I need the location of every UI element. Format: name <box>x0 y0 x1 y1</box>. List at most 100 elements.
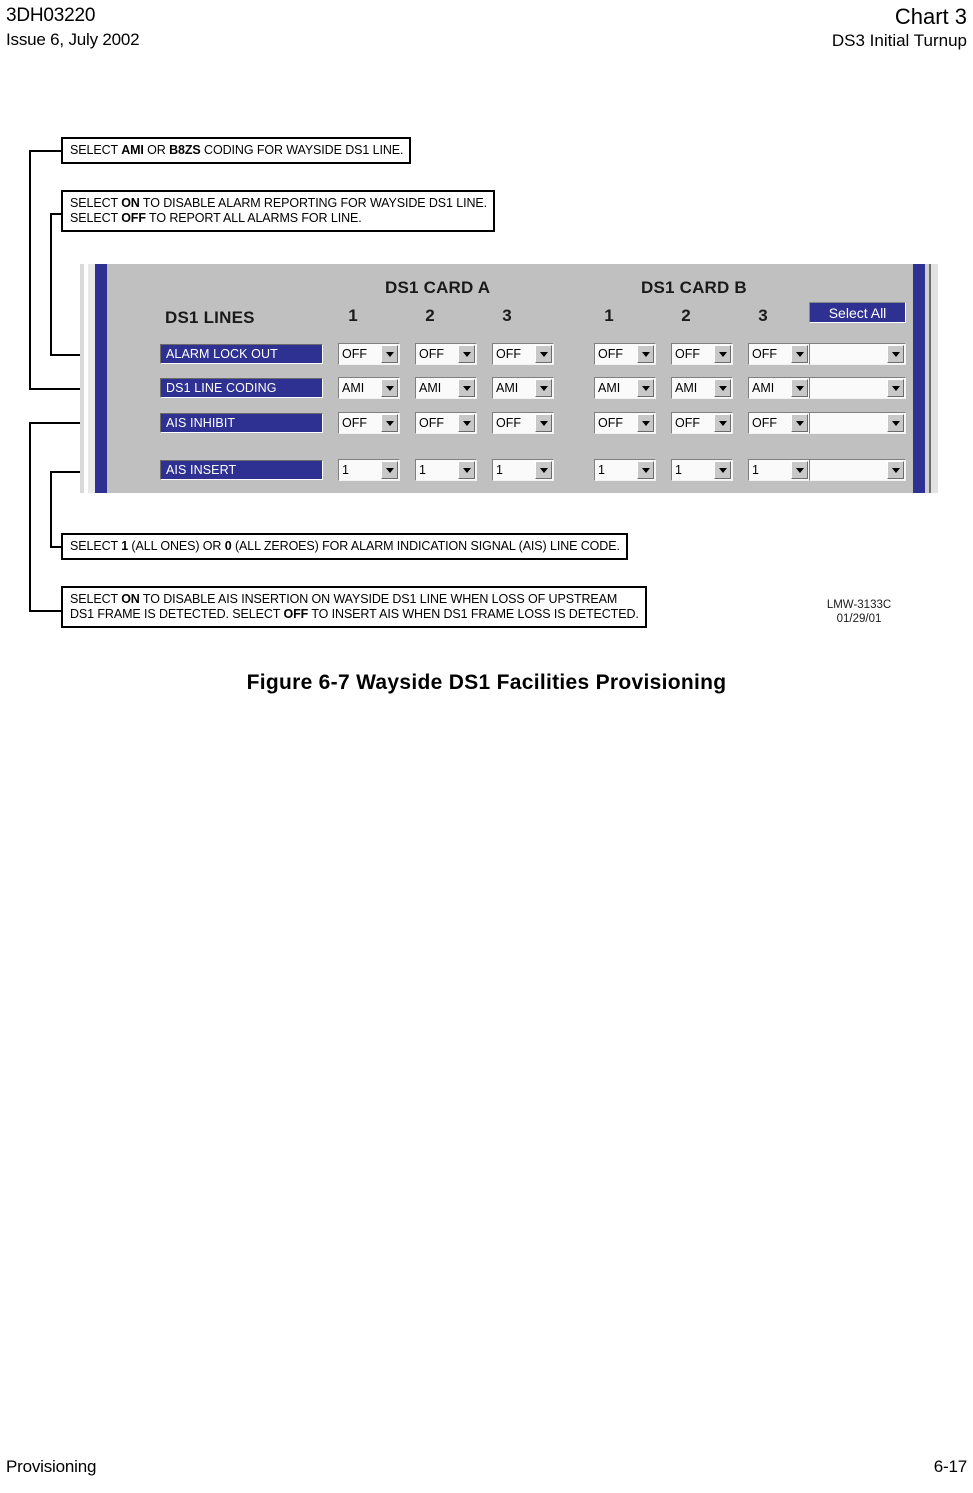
drawing-number-block: LMW-3133C 01/29/01 <box>780 598 938 626</box>
combo-value: OFF <box>496 416 521 430</box>
combo-ds1-line-coding-a2[interactable]: AMI <box>415 377 477 399</box>
chevron-down-icon[interactable] <box>535 414 552 432</box>
callout-aisins-line2: DS1 FRAME IS DETECTED. SELECT OFF TO INS… <box>70 607 639 621</box>
combo-ais-inhibit-b3[interactable]: OFF <box>748 412 810 434</box>
chevron-down-icon[interactable] <box>714 461 731 479</box>
combo-value: OFF <box>342 347 367 361</box>
combo-value: 1 <box>752 463 759 477</box>
page-header: 3DH03220 Issue 6, July 2002 Chart 3 DS3 … <box>0 0 973 52</box>
callout-alarm-line1: SELECT ON TO DISABLE ALARM REPORTING FOR… <box>70 196 488 210</box>
combo-value: OFF <box>675 416 700 430</box>
combo-ais-insert-b2[interactable]: 1 <box>671 459 733 481</box>
ds1-lines-header: DS1 LINES <box>165 308 255 327</box>
combo-value: AMI <box>598 381 621 395</box>
chevron-down-icon[interactable] <box>714 345 731 363</box>
combo-ais-inhibit-a3[interactable]: OFF <box>492 412 554 434</box>
callout-aisins-line1: SELECT ON TO DISABLE AIS INSERTION ON WA… <box>70 592 618 606</box>
leader-line-alarm-v <box>50 213 52 356</box>
chevron-down-icon[interactable] <box>714 414 731 432</box>
chevron-down-icon[interactable] <box>791 414 808 432</box>
combo-ais-insert-b3[interactable]: 1 <box>748 459 810 481</box>
column-header-b2: 2 <box>681 306 691 325</box>
combo-alarm-lock-out-a2[interactable]: OFF <box>415 343 477 365</box>
chevron-down-icon[interactable] <box>458 461 475 479</box>
column-header-a1: 1 <box>348 306 358 325</box>
chevron-down-icon[interactable] <box>381 461 398 479</box>
combo-ds1-line-coding-b1[interactable]: AMI <box>594 377 656 399</box>
combo-value: OFF <box>419 416 444 430</box>
combo-value: AMI <box>342 381 365 395</box>
chevron-down-icon[interactable] <box>535 461 552 479</box>
chevron-down-icon[interactable] <box>714 379 731 397</box>
combo-value: OFF <box>598 416 623 430</box>
document-number: 3DH03220 <box>6 5 96 26</box>
combo-ais-insert-b1[interactable]: 1 <box>594 459 656 481</box>
combo-value: AMI <box>419 381 442 395</box>
chevron-down-icon[interactable] <box>637 379 654 397</box>
combo-ais-insert-a3[interactable]: 1 <box>492 459 554 481</box>
figure-caption: Figure 6-7 Wayside DS1 Facilities Provis… <box>246 671 727 694</box>
document-issue: Issue 6, July 2002 <box>6 30 140 49</box>
combo-ais-insert-a1[interactable]: 1 <box>338 459 400 481</box>
row-label-ais-insert: AIS INSERT <box>160 460 323 480</box>
chart-title: Chart 3 <box>894 4 967 29</box>
chevron-down-icon[interactable] <box>791 379 808 397</box>
combo-ds1-line-coding-select-all[interactable] <box>809 377 906 399</box>
combo-ais-inhibit-a2[interactable]: OFF <box>415 412 477 434</box>
chevron-down-icon[interactable] <box>458 345 475 363</box>
leader-line-aisline-v <box>50 471 52 548</box>
combo-ais-inhibit-select-all[interactable] <box>809 412 906 434</box>
combo-value <box>810 460 887 480</box>
combo-alarm-lock-out-a1[interactable]: OFF <box>338 343 400 365</box>
combo-value: AMI <box>752 381 775 395</box>
chevron-down-icon[interactable] <box>381 379 398 397</box>
combo-alarm-lock-out-b2[interactable]: OFF <box>671 343 733 365</box>
chevron-down-icon[interactable] <box>381 345 398 363</box>
combo-alarm-lock-out-a3[interactable]: OFF <box>492 343 554 365</box>
chevron-down-icon[interactable] <box>637 414 654 432</box>
card-a-title: DS1 CARD A <box>385 278 491 297</box>
combo-value: AMI <box>675 381 698 395</box>
chevron-down-icon[interactable] <box>381 414 398 432</box>
row-label-alarm-lock-out: ALARM LOCK OUT <box>160 344 323 364</box>
combo-alarm-lock-out-b1[interactable]: OFF <box>594 343 656 365</box>
chevron-down-icon[interactable] <box>535 379 552 397</box>
column-header-b3: 3 <box>758 306 768 325</box>
chevron-down-icon[interactable] <box>535 345 552 363</box>
combo-ais-insert-select-all[interactable] <box>809 459 906 481</box>
combo-ais-insert-a2[interactable]: 1 <box>415 459 477 481</box>
combo-ais-inhibit-b1[interactable]: OFF <box>594 412 656 434</box>
combo-ds1-line-coding-b3[interactable]: AMI <box>748 377 810 399</box>
callout-alarm-line2: SELECT OFF TO REPORT ALL ALARMS FOR LINE… <box>70 211 362 225</box>
footer-page-number: 6-17 <box>933 1457 967 1476</box>
combo-ais-inhibit-a1[interactable]: OFF <box>338 412 400 434</box>
callout-coding-text: SELECT AMI OR B8ZS CODING FOR WAYSIDE DS… <box>70 143 404 157</box>
combo-ds1-line-coding-a1[interactable]: AMI <box>338 377 400 399</box>
chevron-down-icon[interactable] <box>637 461 654 479</box>
chevron-down-icon[interactable] <box>458 414 475 432</box>
combo-ds1-line-coding-a3[interactable]: AMI <box>492 377 554 399</box>
panel-edge-left-pale <box>88 264 95 493</box>
panel-content: DS1 CARD A DS1 CARD B DS1 LINES 1 2 3 1 … <box>107 264 913 493</box>
column-header-a3: 3 <box>502 306 512 325</box>
chevron-down-icon[interactable] <box>791 461 808 479</box>
combo-value: 1 <box>419 463 426 477</box>
drawing-date: 01/29/01 <box>836 613 882 625</box>
chevron-down-icon[interactable] <box>887 414 904 432</box>
column-header-b1: 1 <box>604 306 614 325</box>
chevron-down-icon[interactable] <box>637 345 654 363</box>
panel-accent-bar-right <box>913 264 925 493</box>
card-b-title: DS1 CARD B <box>641 278 747 297</box>
chevron-down-icon[interactable] <box>458 379 475 397</box>
chevron-down-icon[interactable] <box>887 345 904 363</box>
combo-ais-inhibit-b2[interactable]: OFF <box>671 412 733 434</box>
combo-alarm-lock-out-b3[interactable]: OFF <box>748 343 810 365</box>
combo-value: 1 <box>675 463 682 477</box>
chevron-down-icon[interactable] <box>887 461 904 479</box>
chevron-down-icon[interactable] <box>791 345 808 363</box>
select-all-button[interactable]: Select All <box>809 302 906 323</box>
combo-alarm-lock-out-select-all[interactable] <box>809 343 906 365</box>
chevron-down-icon[interactable] <box>887 379 904 397</box>
callout-alarm-lock-out: SELECT ON TO DISABLE ALARM REPORTING FOR… <box>61 190 496 232</box>
combo-ds1-line-coding-b2[interactable]: AMI <box>671 377 733 399</box>
